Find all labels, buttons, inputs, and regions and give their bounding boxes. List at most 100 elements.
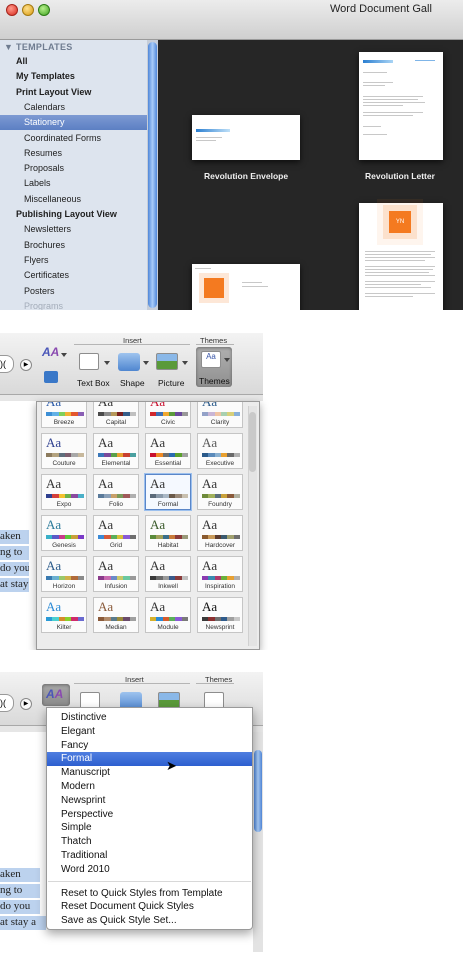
theme-tile-essential[interactable]: Aa Essential (145, 433, 191, 469)
theme-tile-infusion[interactable]: Aa Infusion (93, 556, 139, 592)
menu-item-elegant[interactable]: Elegant (47, 725, 252, 739)
theme-tile-module[interactable]: Aa Module (145, 597, 191, 633)
theme-tile-hardcover[interactable]: Aa Hardcover (197, 515, 243, 551)
theme-tile-folio[interactable]: Aa Folio (93, 474, 139, 510)
theme-tile-capital[interactable]: Aa Capital (93, 401, 139, 428)
chevron-down-icon[interactable] (182, 361, 188, 365)
theme-tile-median[interactable]: Aa Median (93, 597, 139, 633)
minimize-window-button[interactable] (22, 4, 34, 16)
theme-tile-clarity[interactable]: Aa Clarity (197, 402, 243, 428)
templates-heading[interactable]: ▼ TEMPLATES (4, 42, 73, 52)
sidebar-item-brochures[interactable]: Brochures (0, 238, 147, 253)
theme-name: Inkwell (158, 583, 178, 590)
letter-variant-thumbnail[interactable]: YN (359, 203, 443, 310)
revolution-envelope-thumbnail[interactable] (192, 115, 300, 160)
menu-item-perspective[interactable]: Perspective (47, 808, 252, 822)
sidebar-item-labels[interactable]: Labels (0, 176, 147, 191)
theme-tile-executive[interactable]: Aa Executive (197, 433, 243, 469)
theme-tile-formal[interactable]: Aa Formal (145, 474, 191, 510)
menu-item-simple[interactable]: Simple (47, 821, 252, 835)
style-preview-box[interactable]: )( (0, 355, 14, 373)
theme-sample-text: Aa (46, 558, 62, 573)
chevron-down-icon[interactable] (104, 361, 110, 365)
themes-button[interactable]: Themes (199, 376, 230, 386)
sidebar-item-print-layout-view[interactable]: Print Layout View (0, 85, 147, 100)
chevron-down-icon[interactable] (224, 358, 230, 362)
revolution-letter-thumbnail[interactable] (359, 52, 443, 160)
menu-item-fancy[interactable]: Fancy (47, 739, 252, 753)
change-styles-icon[interactable] (44, 371, 58, 383)
sidebar-item-miscellaneous[interactable]: Miscellaneous (0, 192, 147, 207)
chevron-down-icon[interactable] (61, 353, 67, 357)
menu-item-thatch[interactable]: Thatch (47, 835, 252, 849)
theme-tile-horizon[interactable]: Aa Horizon (41, 556, 87, 592)
menu-item-manuscript[interactable]: Manuscript (47, 766, 252, 780)
sidebar-item-coordinated-forms[interactable]: Coordinated Forms (0, 131, 147, 146)
sidebar-item-flyers[interactable]: Flyers (0, 253, 147, 268)
menu-action-reset-document-quick-styles[interactable]: Reset Document Quick Styles (47, 900, 252, 914)
theme-sample-text: Aa (98, 435, 114, 450)
menu-item-modern[interactable]: Modern (47, 780, 252, 794)
quick-styles-icon[interactable]: AA (42, 345, 59, 359)
picture-icon[interactable] (156, 353, 178, 370)
doc-text-line: do you (0, 562, 29, 576)
play-arrow-icon[interactable]: ▶ (20, 359, 32, 371)
envelope-variant-thumbnail[interactable] (192, 264, 300, 310)
sidebar-item-certificates[interactable]: Certificates (0, 268, 147, 283)
menu-action-reset-to-quick-styles-from-template[interactable]: Reset to Quick Styles from Template (47, 887, 252, 901)
sidebar-item-stationery[interactable]: Stationery (0, 115, 147, 131)
sidebar-item-publishing-layout-view[interactable]: Publishing Layout View (0, 207, 147, 222)
theme-tile-kilter[interactable]: Aa Kilter (41, 597, 87, 633)
menu-item-formal[interactable]: Formal (47, 752, 252, 767)
text-box-icon[interactable] (79, 353, 99, 370)
theme-tile-elemental[interactable]: Aa Elemental (93, 433, 139, 469)
templates-sidebar: ▼ TEMPLATES All My Templates Print Layout … (0, 40, 158, 310)
chevron-down-icon[interactable] (143, 361, 149, 365)
text-box-button[interactable]: Text Box (77, 378, 110, 388)
theme-tile-couture[interactable]: Aa Couture (41, 433, 87, 469)
theme-color-swatch (98, 576, 136, 580)
shape-icon[interactable] (118, 353, 140, 371)
template-gallery: Revolution Envelope Revolution Letter YN (158, 40, 463, 310)
theme-tile-inkwell[interactable]: Aa Inkwell (145, 556, 191, 592)
theme-sample-text: Aa (46, 435, 62, 450)
themes-scrollbar-thumb[interactable] (249, 412, 256, 472)
document-scrollbar-thumb[interactable] (254, 750, 262, 832)
sidebar-item-resumes[interactable]: Resumes (0, 146, 147, 161)
theme-tile-civic[interactable]: Aa Civic (145, 402, 191, 428)
menu-item-newsprint[interactable]: Newsprint (47, 794, 252, 808)
theme-sample-text: Aa (98, 476, 114, 491)
sidebar-item-proposals[interactable]: Proposals (0, 161, 147, 176)
menu-item-word-2010[interactable]: Word 2010 (47, 863, 252, 877)
theme-name: Capital (105, 419, 127, 426)
sidebar-item-my-templates[interactable]: My Templates (0, 69, 147, 84)
theme-sample-text: Aa (98, 401, 114, 409)
menu-action-save-as-quick-style-set[interactable]: Save as Quick Style Set... (47, 914, 252, 928)
style-preview-box[interactable]: )( (0, 694, 14, 712)
zoom-window-button[interactable] (38, 4, 50, 16)
menu-item-traditional[interactable]: Traditional (47, 849, 252, 863)
picture-button[interactable]: Picture (158, 378, 184, 388)
shape-button[interactable]: Shape (120, 378, 145, 388)
sidebar-item-all[interactable]: All (0, 54, 147, 69)
theme-name: Breeze (53, 419, 75, 426)
theme-tile-grid[interactable]: Aa Grid (93, 515, 139, 551)
menu-item-distinctive[interactable]: Distinctive (47, 711, 252, 725)
theme-tile-habitat[interactable]: Aa Habitat (145, 515, 191, 551)
sidebar-item-newsletters[interactable]: Newsletters (0, 222, 147, 237)
sidebar-item-calendars[interactable]: Calendars (0, 100, 147, 115)
sidebar-scrollbar-thumb[interactable] (148, 42, 157, 308)
quick-styles-button-pressed[interactable]: AA (42, 684, 70, 706)
theme-tile-expo[interactable]: Aa Expo (41, 474, 87, 510)
sidebar-item-programs[interactable]: Programs (0, 299, 147, 310)
theme-tile-genesis[interactable]: Aa Genesis (41, 515, 87, 551)
sidebar-item-posters[interactable]: Posters (0, 284, 147, 299)
theme-color-swatch (150, 576, 188, 580)
theme-tile-newsprint[interactable]: Aa Newsprint (197, 597, 243, 633)
theme-tile-foundry[interactable]: Aa Foundry (197, 474, 243, 510)
theme-sample-text: Aa (98, 517, 114, 532)
play-arrow-icon[interactable]: ▶ (20, 698, 32, 710)
theme-tile-breeze[interactable]: Aa Breeze (41, 402, 87, 428)
close-window-button[interactable] (6, 4, 18, 16)
theme-tile-inspiration[interactable]: Aa Inspiration (197, 556, 243, 592)
